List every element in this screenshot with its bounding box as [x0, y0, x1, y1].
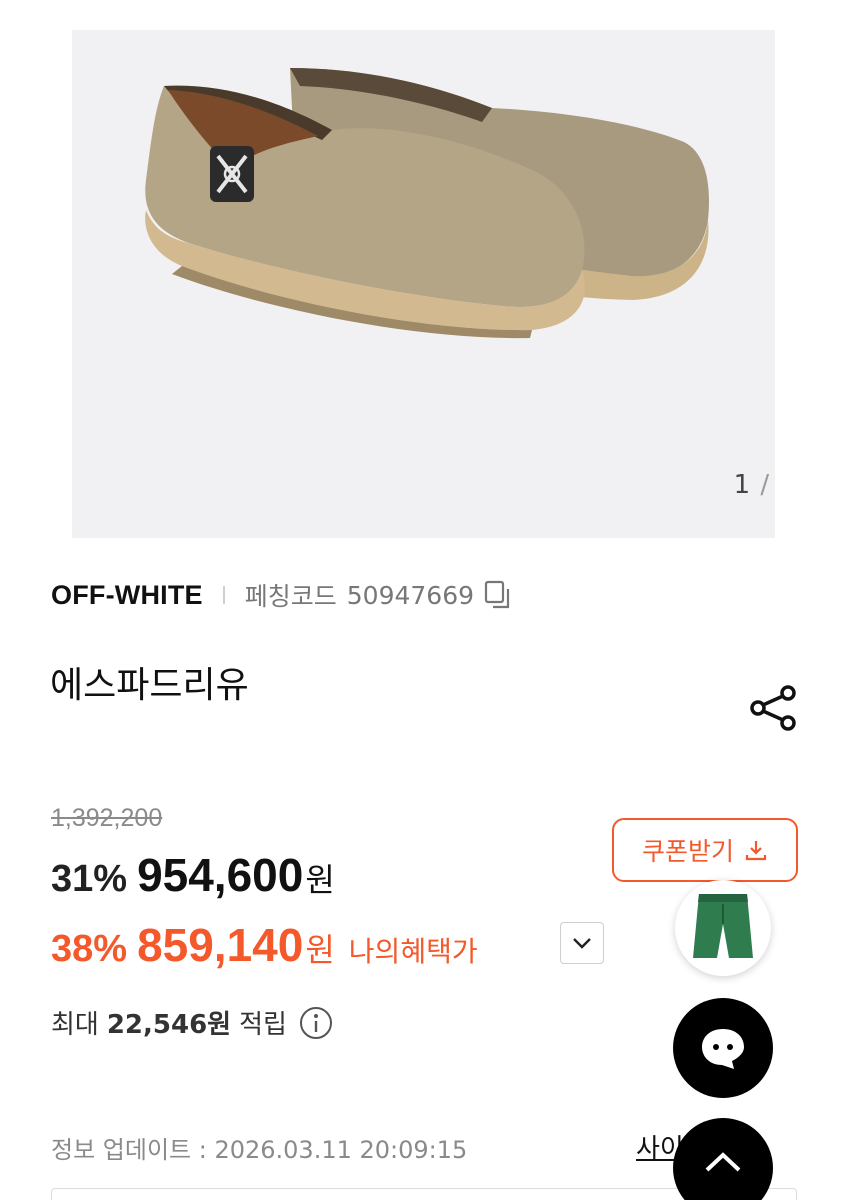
benefit-expand-button[interactable]	[560, 922, 604, 964]
points-row: 최대 22,546원 적립	[51, 1004, 333, 1041]
currency-unit: 원	[305, 861, 335, 899]
fetching-code-value: 50947669	[346, 580, 475, 610]
brand-row: OFF-WHITE 페칭코드 50947669	[51, 578, 512, 612]
image-counter: 1 / 7	[734, 470, 775, 500]
discount-percent: 31%	[51, 858, 128, 900]
chat-icon	[702, 1029, 744, 1069]
original-price: 1,392,200	[51, 804, 163, 832]
download-icon	[745, 841, 767, 861]
benefit-label: 나의혜택가	[348, 935, 478, 968]
info-icon[interactable]	[299, 1006, 333, 1040]
chevron-up-icon	[705, 1152, 741, 1172]
benefit-currency-unit: 원	[305, 931, 335, 969]
chevron-down-icon	[573, 938, 591, 949]
recent-product-thumbnail[interactable]	[675, 880, 771, 976]
points-value: 22,546원	[106, 1010, 232, 1040]
benefit-price-row: 38% 859,140 원 나의혜택가	[51, 918, 478, 972]
points-suffix: 적립	[239, 1010, 287, 1040]
coupon-label: 쿠폰받기	[641, 837, 734, 866]
counter-current: 1	[733, 470, 752, 500]
points-prefix: 최대	[51, 1010, 99, 1040]
sale-price: 954,600	[137, 849, 304, 901]
benefit-price: 859,140	[137, 919, 304, 971]
copy-icon[interactable]	[484, 580, 512, 610]
counter-separator: /	[760, 470, 771, 500]
product-image	[145, 68, 709, 339]
brand-name[interactable]: OFF-WHITE	[51, 580, 203, 611]
fetching-code-label: 페칭코드	[244, 582, 337, 611]
product-title: 에스파드리유	[50, 665, 249, 706]
update-timestamp: 정보 업데이트 : 2026.03.11 20:09:15	[51, 1136, 468, 1164]
benefit-percent: 38%	[51, 928, 128, 970]
shorts-image	[693, 894, 753, 958]
chat-button[interactable]	[673, 998, 773, 1098]
product-image-gallery[interactable]: 1 / 7	[72, 30, 775, 538]
share-icon[interactable]	[748, 684, 798, 732]
divider	[222, 586, 225, 604]
sale-price-row: 31% 954,600 원	[51, 848, 335, 902]
coupon-button[interactable]: 쿠폰받기	[612, 818, 798, 882]
